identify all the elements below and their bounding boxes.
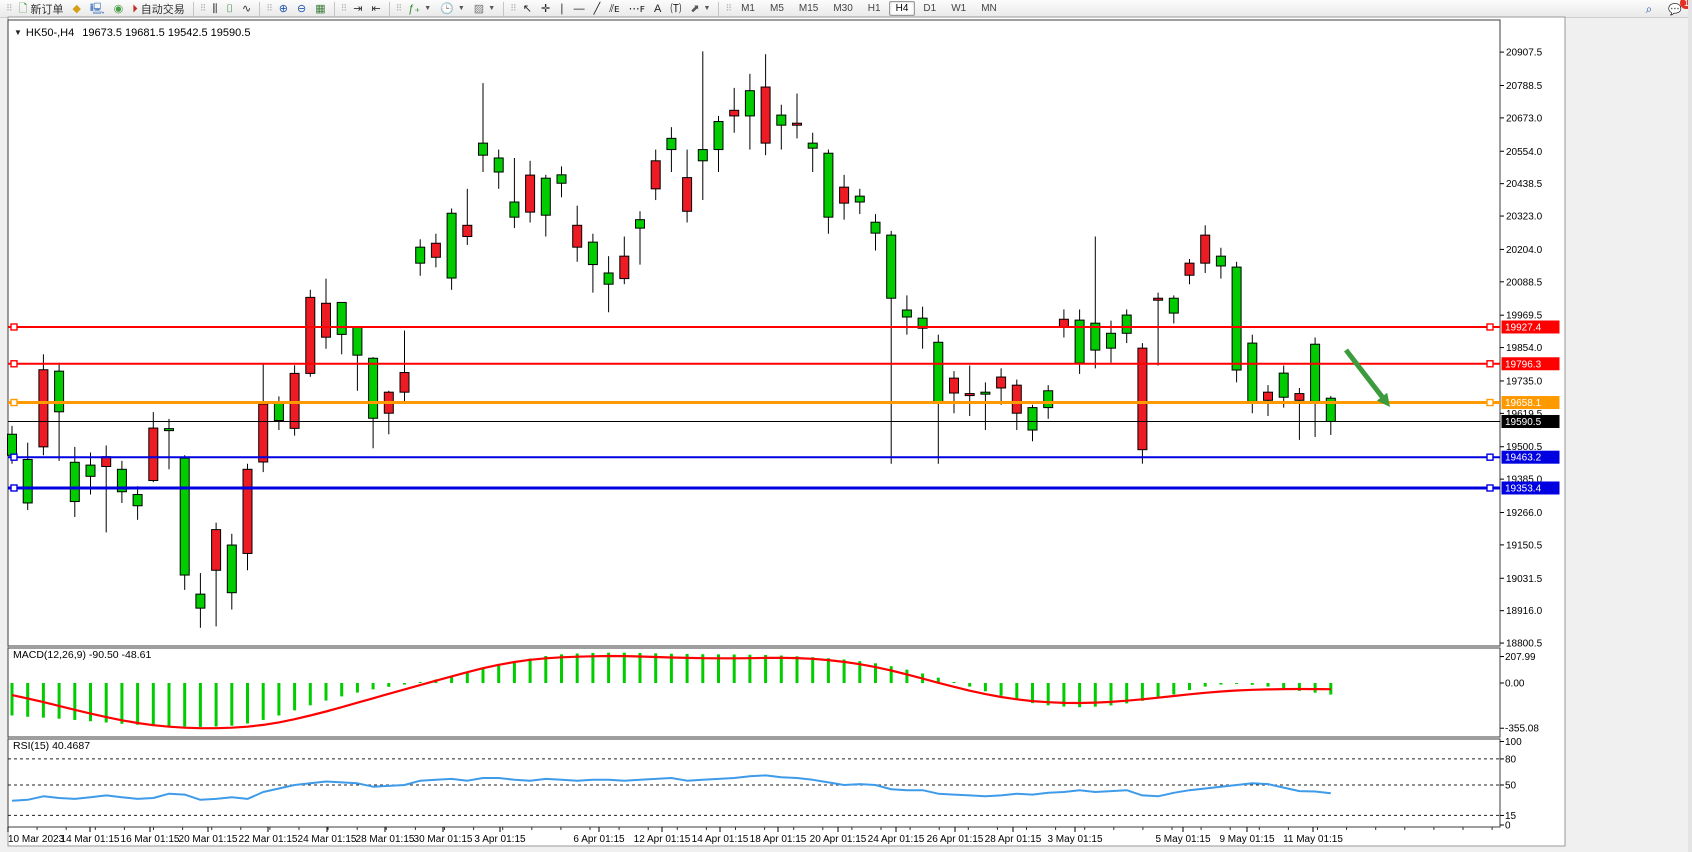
svg-text:20907.5: 20907.5 (1506, 48, 1543, 59)
svg-text:20788.5: 20788.5 (1506, 81, 1543, 92)
svg-text:19031.5: 19031.5 (1506, 574, 1543, 585)
svg-text:19658.1: 19658.1 (1505, 398, 1542, 409)
svg-text:30 Mar 01:15: 30 Mar 01:15 (414, 834, 473, 845)
svg-text:18916.0: 18916.0 (1506, 606, 1543, 617)
support-1-price-label: 19463.2 (1502, 451, 1560, 464)
svg-text:26 Apr 01:15: 26 Apr 01:15 (927, 834, 984, 845)
window-edge (1688, 0, 1692, 852)
support-2-price-label: 19353.4 (1502, 481, 1560, 494)
svg-text:18 Apr 01:15: 18 Apr 01:15 (750, 834, 807, 845)
svg-text:5 May 01:15: 5 May 01:15 (1155, 834, 1210, 845)
svg-text:19969.5: 19969.5 (1506, 311, 1543, 322)
svg-text:11 May 01:15: 11 May 01:15 (1283, 834, 1343, 845)
svg-text:12 Apr 01:15: 12 Apr 01:15 (634, 834, 691, 845)
svg-text:22 Mar 01:15: 22 Mar 01:15 (239, 834, 298, 845)
svg-text:10 Mar 2023: 10 Mar 2023 (8, 834, 65, 845)
svg-text:19927.4: 19927.4 (1505, 322, 1542, 333)
svg-text:19463.2: 19463.2 (1505, 453, 1542, 464)
svg-text:28 Mar 01:15: 28 Mar 01:15 (356, 834, 415, 845)
resistance-2-price-label: 19796.3 (1502, 357, 1560, 370)
svg-text:3 May 01:15: 3 May 01:15 (1047, 834, 1102, 845)
chart-canvas[interactable]: 20907.5 20788.5 20673.0 20554.0 20438.5 20323… (0, 0, 1692, 852)
svg-text:20673.0: 20673.0 (1506, 113, 1543, 124)
svg-text:28 Apr 01:15: 28 Apr 01:15 (985, 834, 1042, 845)
svg-text:16 Mar 01:15: 16 Mar 01:15 (121, 834, 180, 845)
svg-text:6 Apr 01:15: 6 Apr 01:15 (573, 834, 625, 845)
pivot-orange-price-label: 19658.1 (1502, 396, 1560, 409)
resistance-1-price-label: 19927.4 (1502, 320, 1560, 333)
svg-text:20323.0: 20323.0 (1506, 212, 1543, 223)
svg-text:14 Apr 01:15: 14 Apr 01:15 (692, 834, 749, 845)
svg-text:20088.5: 20088.5 (1506, 277, 1543, 288)
svg-text:24 Apr 01:15: 24 Apr 01:15 (868, 834, 925, 845)
svg-text:80: 80 (1505, 754, 1517, 765)
svg-text:24 Mar 01:15: 24 Mar 01:15 (298, 834, 357, 845)
svg-text:9 May 01:15: 9 May 01:15 (1219, 834, 1274, 845)
svg-text:-355.08: -355.08 (1505, 724, 1539, 735)
svg-text:20 Mar 01:15: 20 Mar 01:15 (179, 834, 238, 845)
svg-text:3 Apr 01:15: 3 Apr 01:15 (474, 834, 526, 845)
svg-text:20204.0: 20204.0 (1506, 245, 1543, 256)
svg-text:19266.0: 19266.0 (1506, 508, 1543, 519)
svg-text:0: 0 (1505, 821, 1511, 832)
svg-text:20 Apr 01:15: 20 Apr 01:15 (810, 834, 867, 845)
svg-text:19735.0: 19735.0 (1506, 376, 1543, 387)
svg-text:19796.3: 19796.3 (1505, 359, 1542, 370)
svg-text:50: 50 (1505, 781, 1517, 792)
svg-text:0.00: 0.00 (1505, 679, 1525, 690)
bid-line-price-label: 19590.5 (1502, 415, 1560, 428)
svg-text:18800.5: 18800.5 (1506, 639, 1543, 650)
svg-text:100: 100 (1505, 737, 1522, 748)
svg-text:20438.5: 20438.5 (1506, 179, 1543, 190)
svg-text:20554.0: 20554.0 (1506, 147, 1543, 158)
svg-text:19353.4: 19353.4 (1505, 483, 1542, 494)
svg-text:19854.0: 19854.0 (1506, 343, 1543, 354)
svg-text:19150.5: 19150.5 (1506, 540, 1543, 551)
svg-text:207.99: 207.99 (1505, 652, 1536, 663)
svg-text:14 Mar 01:15: 14 Mar 01:15 (61, 834, 120, 845)
svg-text:19590.5: 19590.5 (1505, 417, 1542, 428)
trading-terminal: ⠿🗋新订单◆🖳◉⏵自动交易⠿⫼⌷∿⠿⊕⊖▦⠿⇥⇤⠿ƒ₊▼🕒▼▨▼⠿↖✛∣—╱⫽ᴇ… (0, 0, 1692, 852)
